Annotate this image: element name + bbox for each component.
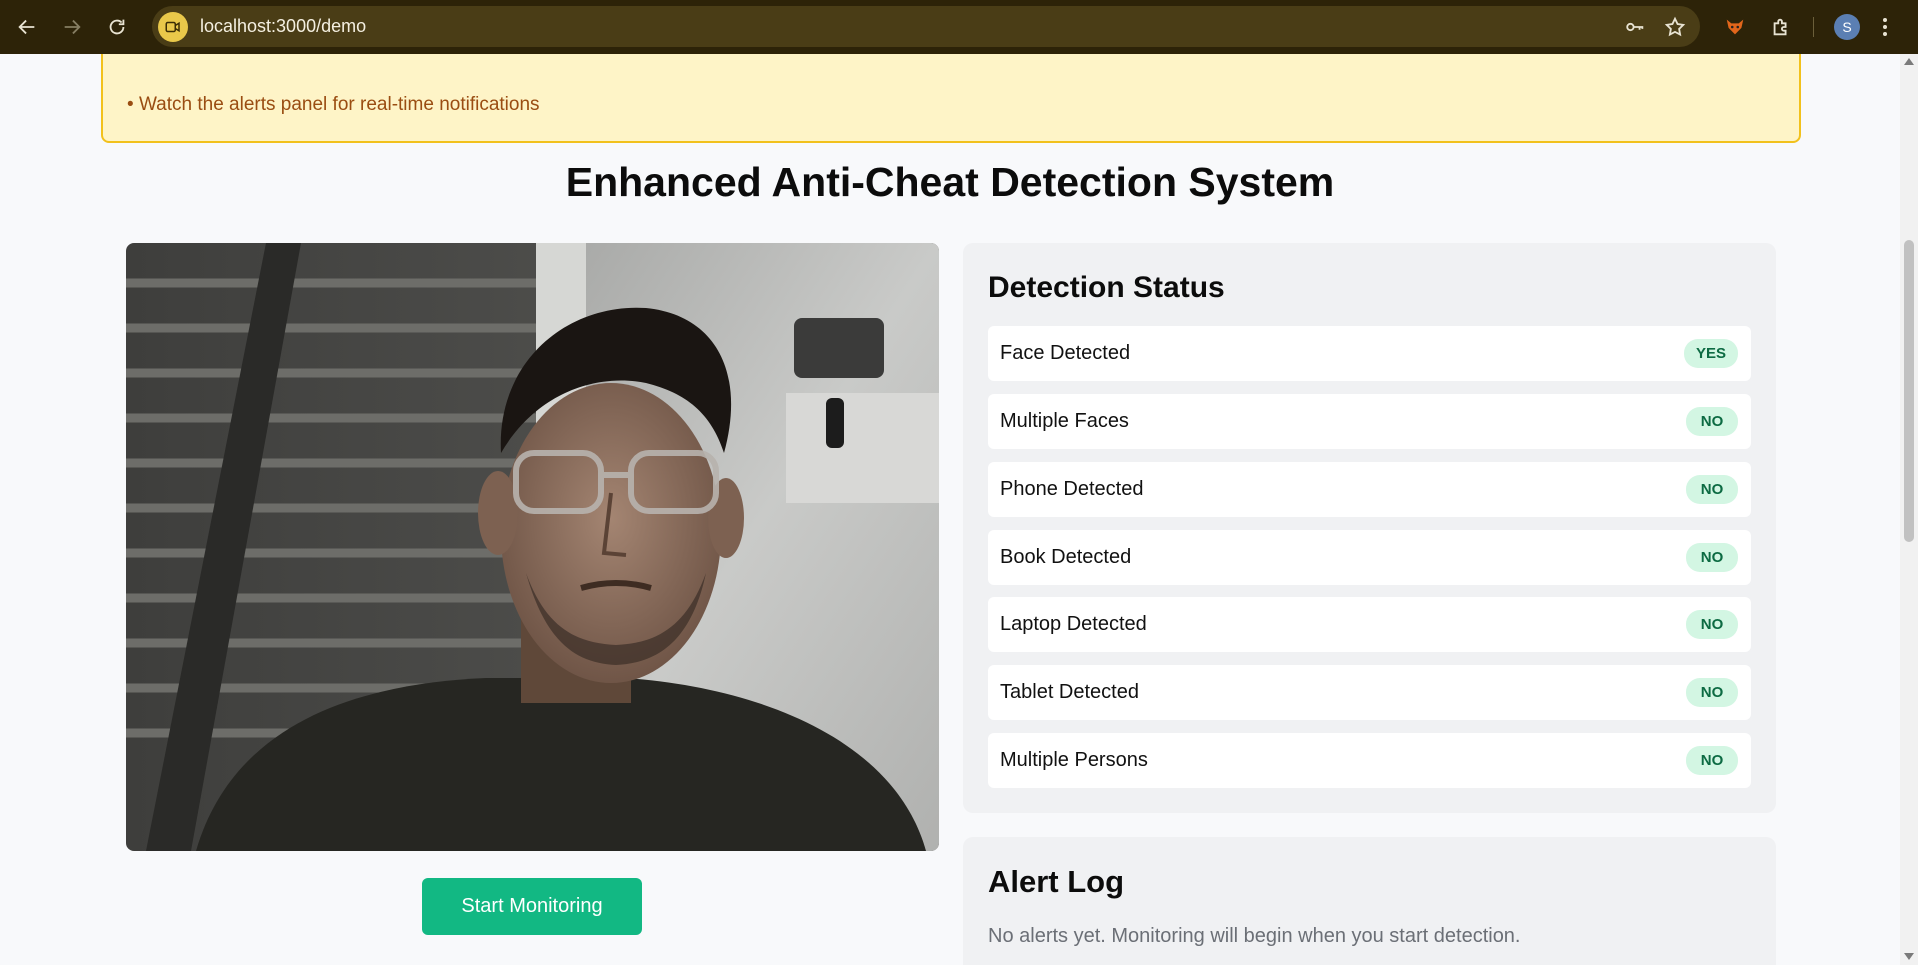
status-label: Multiple Persons	[1000, 749, 1148, 771]
browser-toolbar: localhost:3000/demo S	[0, 0, 1918, 54]
reload-icon	[109, 19, 125, 35]
status-label: Multiple Faces	[1000, 410, 1129, 432]
extensions-button[interactable]	[1770, 0, 1792, 54]
browser-menu-button[interactable]	[1882, 0, 1888, 54]
avatar: S	[1834, 14, 1860, 40]
extension-fox-icon	[1726, 19, 1744, 35]
instruction-item: • Watch the alerts panel for real-time n…	[127, 94, 540, 115]
back-icon	[18, 19, 35, 35]
extension-fox-button[interactable]	[1724, 0, 1746, 54]
extensions-puzzle-icon	[1773, 18, 1787, 36]
start-monitoring-button[interactable]: Start Monitoring	[422, 878, 642, 935]
alert-log-empty-message: No alerts yet. Monitoring will begin whe…	[988, 925, 1521, 947]
detection-status-panel: Detection Status Face Detected YES Multi…	[963, 243, 1776, 813]
bookmark-star-icon[interactable]	[1664, 16, 1686, 38]
forward-icon	[64, 19, 81, 35]
scroll-down-arrow-icon[interactable]	[1904, 953, 1914, 960]
status-label: Book Detected	[1000, 546, 1132, 568]
address-bar[interactable]: localhost:3000/demo	[152, 6, 1700, 47]
alert-log-panel: Alert Log No alerts yet. Monitoring will…	[963, 837, 1776, 965]
instructions-box: • Watch the alerts panel for real-time n…	[101, 54, 1801, 143]
profile-button[interactable]: S	[1834, 0, 1860, 54]
status-badge: YES	[1683, 339, 1738, 368]
scrollbar-thumb[interactable]	[1904, 240, 1914, 542]
status-row-multiple-faces: Multiple Faces NO	[988, 394, 1751, 449]
page-title: Enhanced Anti-Cheat Detection System	[565, 159, 1335, 205]
more-vertical-icon	[1883, 18, 1887, 36]
status-row-book-detected: Book Detected NO	[988, 530, 1751, 585]
site-info-icon	[165, 21, 180, 32]
status-label: Face Detected	[1000, 342, 1131, 364]
webcam-feed	[126, 243, 939, 851]
url-text[interactable]: localhost:3000/demo	[200, 16, 366, 37]
status-badge: NO	[1686, 610, 1738, 639]
status-row-laptop-detected: Laptop Detected NO	[988, 597, 1751, 652]
page-content: • Watch the alerts panel for real-time n…	[0, 54, 1900, 965]
status-label: Tablet Detected	[1000, 681, 1139, 703]
status-row-multiple-persons: Multiple Persons NO	[988, 733, 1751, 788]
status-label: Phone Detected	[1000, 478, 1144, 500]
status-badge: NO	[1686, 407, 1738, 436]
status-badge: NO	[1686, 678, 1738, 707]
status-row-tablet-detected: Tablet Detected NO	[988, 665, 1751, 720]
status-badge: NO	[1686, 746, 1738, 775]
toolbar-divider	[1813, 17, 1814, 37]
status-row-phone-detected: Phone Detected NO	[988, 462, 1751, 517]
status-label: Laptop Detected	[1000, 613, 1147, 635]
scroll-up-arrow-icon[interactable]	[1904, 58, 1914, 65]
status-row-face-detected: Face Detected YES	[988, 326, 1751, 381]
detection-status-heading: Detection Status	[988, 271, 1225, 304]
site-info-button[interactable]	[158, 11, 188, 42]
reload-button[interactable]	[95, 5, 139, 49]
page-scrollbar[interactable]	[1900, 54, 1918, 965]
status-badge: NO	[1686, 543, 1738, 572]
back-button[interactable]	[5, 5, 49, 49]
forward-button[interactable]	[50, 5, 94, 49]
password-key-icon[interactable]	[1624, 16, 1646, 38]
alert-log-heading: Alert Log	[988, 864, 1125, 899]
status-badge: NO	[1686, 475, 1738, 504]
webcam-frame-image	[126, 243, 939, 851]
